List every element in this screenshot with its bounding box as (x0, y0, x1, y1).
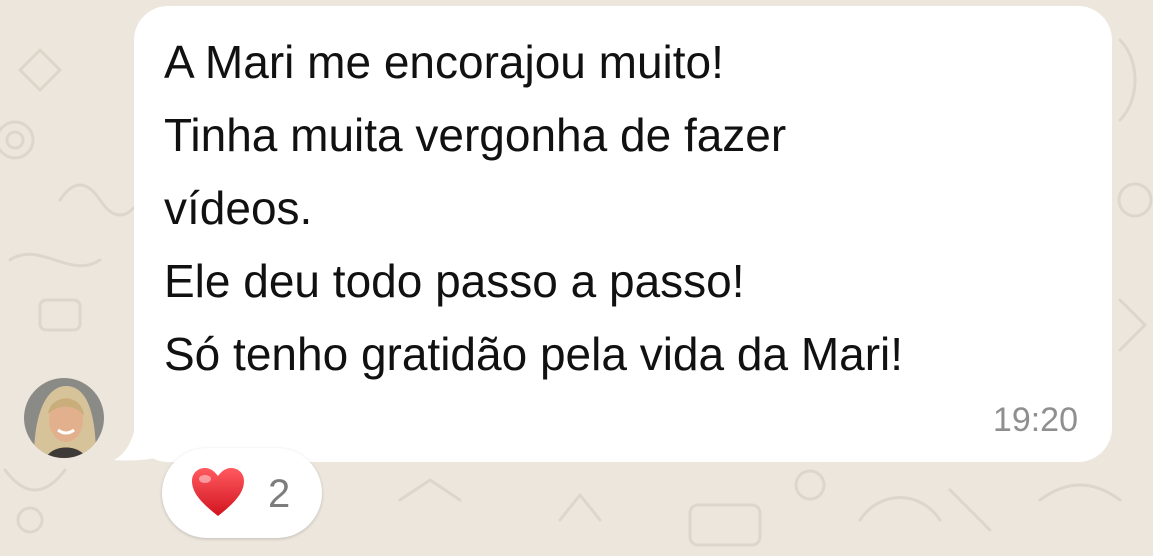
avatar-photo (24, 378, 104, 458)
message-text: A Mari me encorajou muito! Tinha muita v… (164, 36, 903, 401)
message-line: A Mari me encorajou muito! (164, 36, 724, 88)
reaction-badge[interactable]: 2 (162, 448, 322, 538)
message-timestamp: 19:20 (992, 401, 1078, 439)
message-line: Tinha muita vergonha de fazer (164, 109, 787, 161)
message-line: vídeos. (164, 182, 313, 234)
heart-icon (192, 468, 244, 516)
message-bubble[interactable]: A Mari me encorajou muito! Tinha muita v… (134, 6, 1112, 462)
message-line: Ele deu todo passo a passo! (164, 255, 745, 307)
message-line: Só tenho gratidão pela vida da Mari! (164, 328, 904, 380)
sender-avatar[interactable] (24, 378, 104, 458)
reaction-count: 2 (268, 472, 291, 516)
